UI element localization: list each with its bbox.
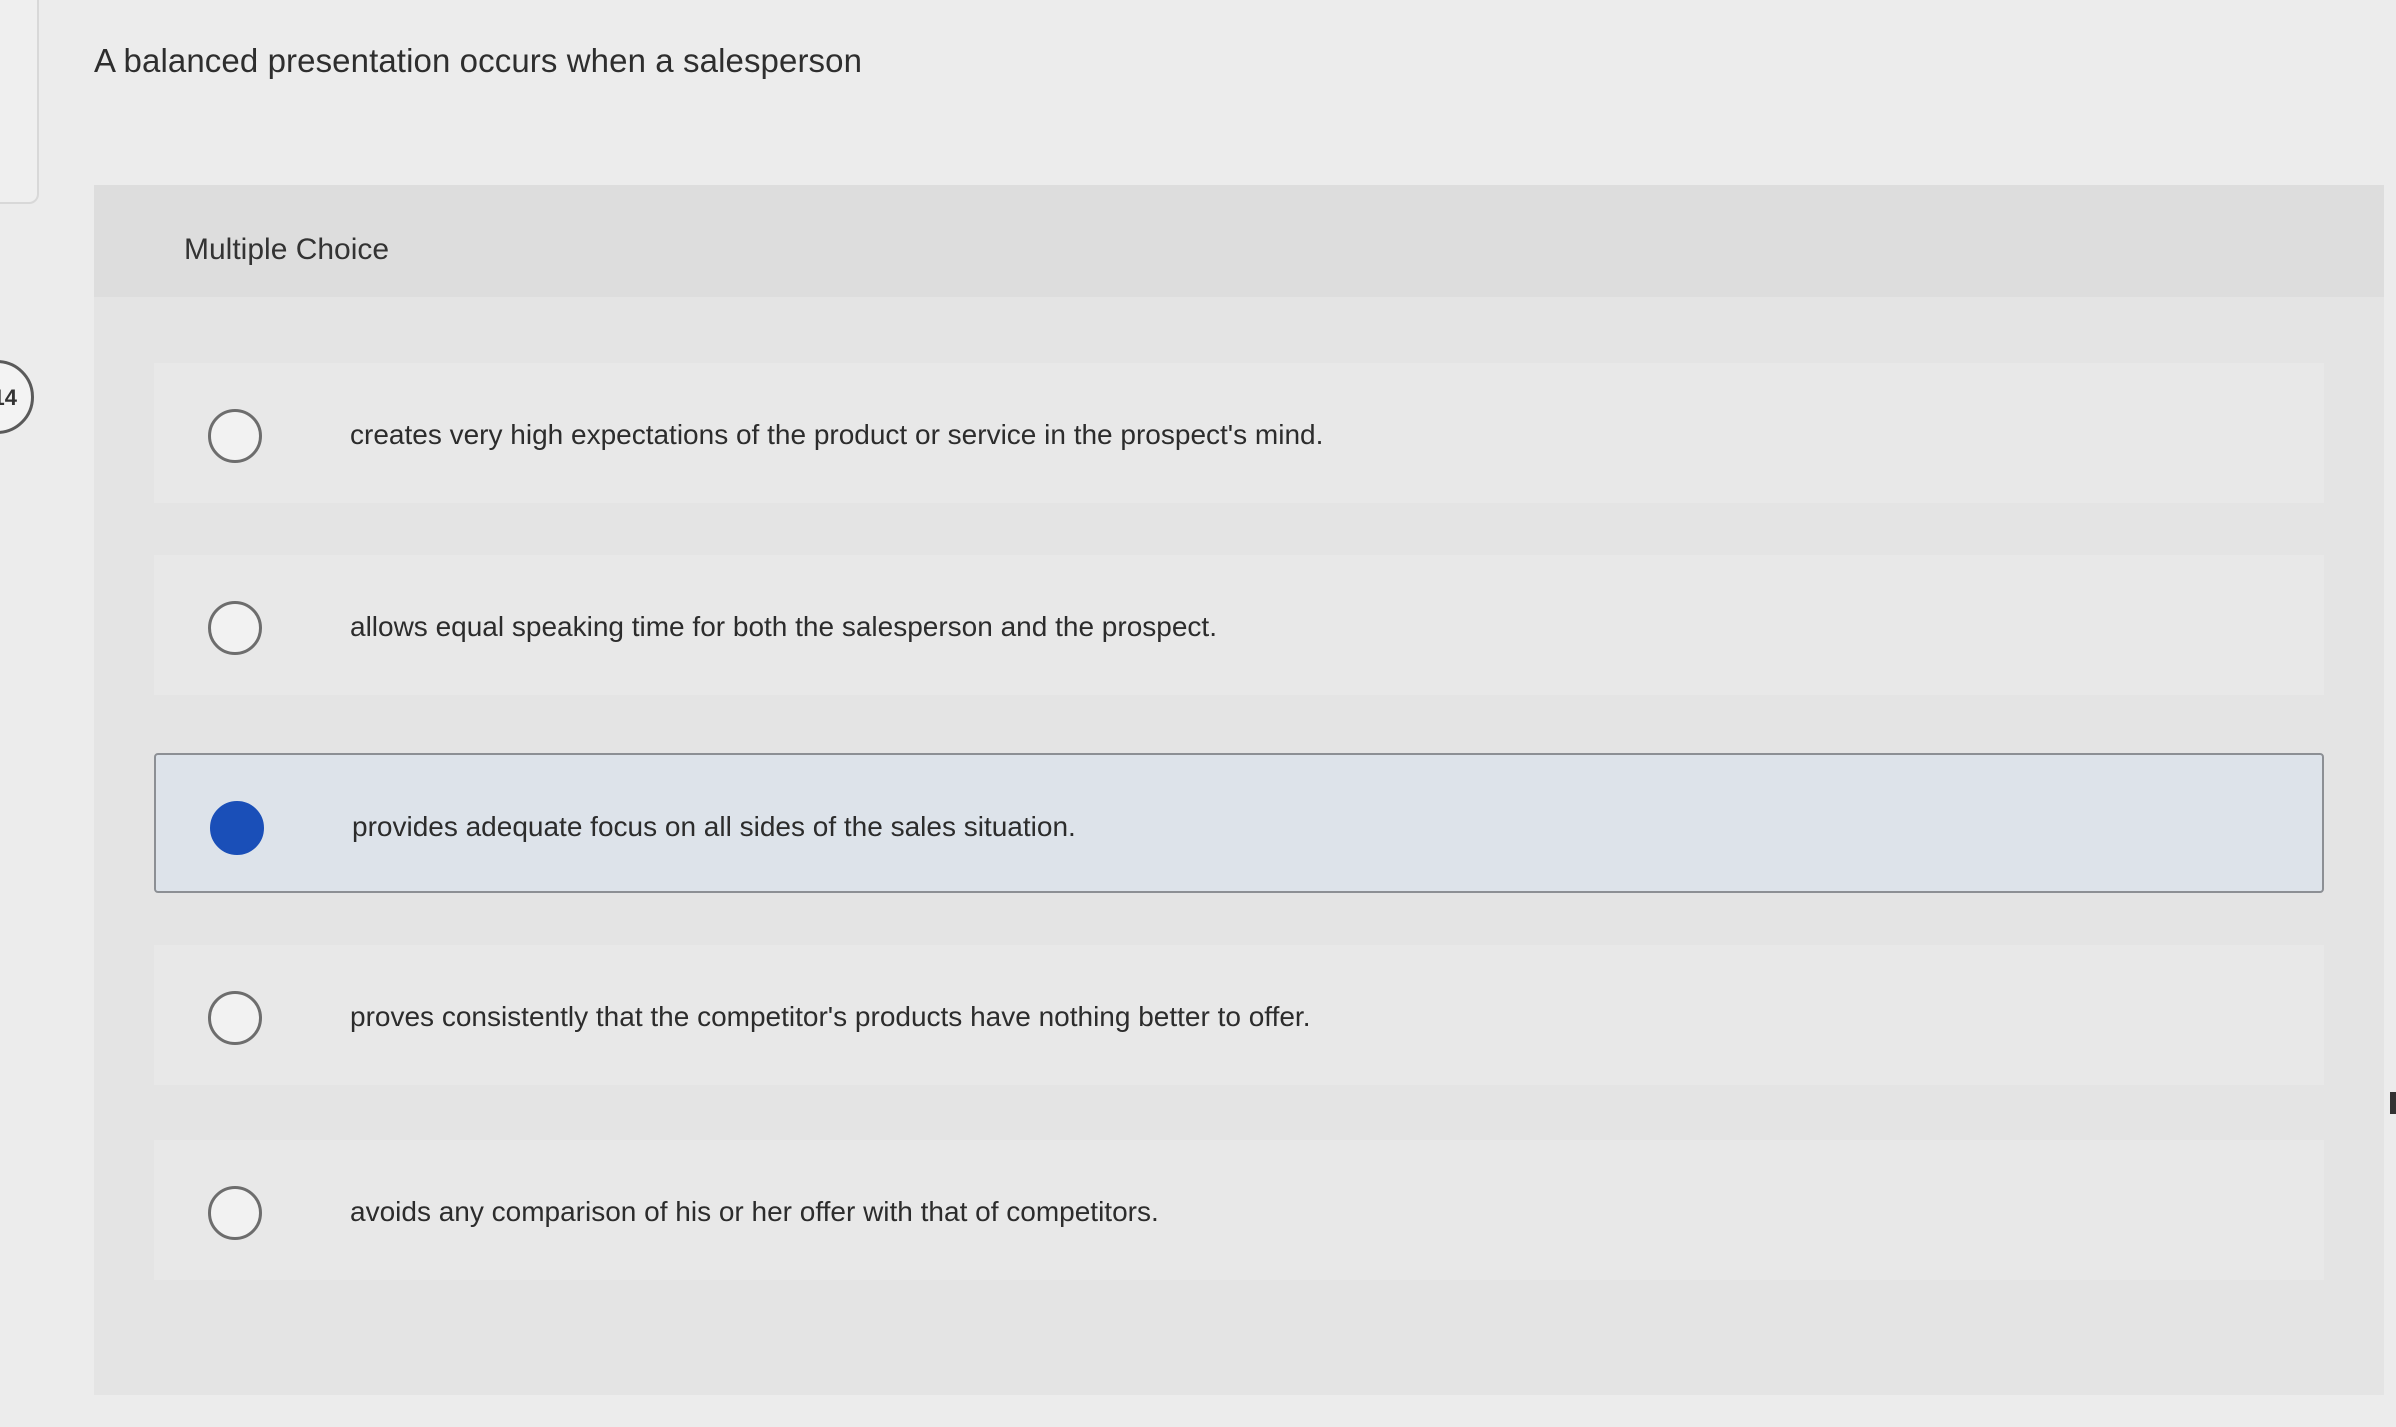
answer-option-2[interactable]: allows equal speaking time for both the … [154, 555, 2324, 695]
question-number-badge[interactable]: 14 [0, 360, 34, 434]
answer-option-label: allows equal speaking time for both the … [350, 611, 1217, 642]
multiple-choice-label: Multiple Choice [184, 233, 390, 266]
scroll-edge-marker [2390, 1092, 2396, 1114]
answer-option-label: proves consistently that the competitor'… [350, 1001, 1311, 1032]
radio-button-icon[interactable] [208, 1186, 262, 1240]
question-text: A balanced presentation occurs when a sa… [94, 42, 863, 79]
multiple-choice-panel: Multiple Choice creates very high expect… [94, 185, 2384, 1395]
answer-option-3-selected[interactable]: provides adequate focus on all sides of … [154, 753, 2324, 893]
question-nav-rail [0, 0, 39, 204]
answer-option-4[interactable]: proves consistently that the competitor'… [154, 945, 2324, 1085]
radio-button-icon[interactable] [208, 409, 262, 463]
answer-option-label: avoids any comparison of his or her offe… [350, 1196, 1159, 1227]
answer-option-label: creates very high expectations of the pr… [350, 419, 1324, 450]
radio-button-selected-icon[interactable] [210, 801, 264, 855]
answer-option-5[interactable]: avoids any comparison of his or her offe… [154, 1140, 2324, 1280]
radio-button-icon[interactable] [208, 991, 262, 1045]
answer-option-label: provides adequate focus on all sides of … [352, 811, 1076, 842]
answer-option-1[interactable]: creates very high expectations of the pr… [154, 363, 2324, 503]
radio-button-icon[interactable] [208, 601, 262, 655]
question-number: 14 [0, 385, 17, 410]
multiple-choice-header: Multiple Choice [94, 185, 2384, 297]
